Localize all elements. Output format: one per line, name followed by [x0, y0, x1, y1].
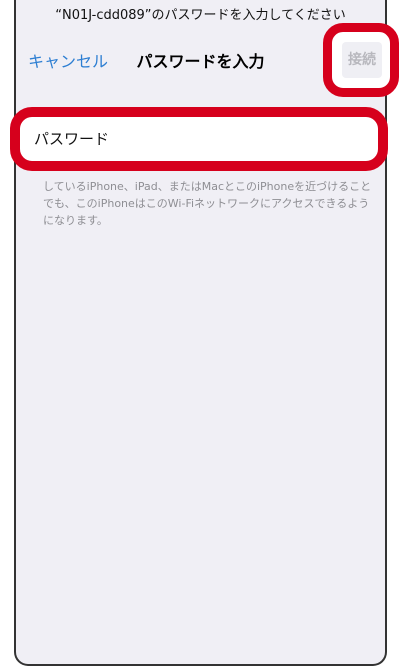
password-sheet: “N01J-cdd089”のパスワードを入力してください キャンセル パスワード…	[10, 0, 399, 666]
password-field-highlight: パスワード	[10, 107, 388, 171]
connect-button[interactable]: 接続	[342, 42, 382, 78]
password-sharing-description: しているiPhone、iPad、またはMacとこのiPhoneを近づけることでも…	[43, 180, 372, 227]
cancel-button[interactable]: キャンセル	[28, 48, 108, 72]
connect-highlight: 接続	[323, 23, 399, 97]
password-input[interactable]: パスワード	[34, 125, 370, 153]
network-prompt: “N01J-cdd089”のパスワードを入力してください	[55, 8, 346, 23]
navigation-bar: キャンセル パスワードを入力 接続	[16, 23, 399, 97]
